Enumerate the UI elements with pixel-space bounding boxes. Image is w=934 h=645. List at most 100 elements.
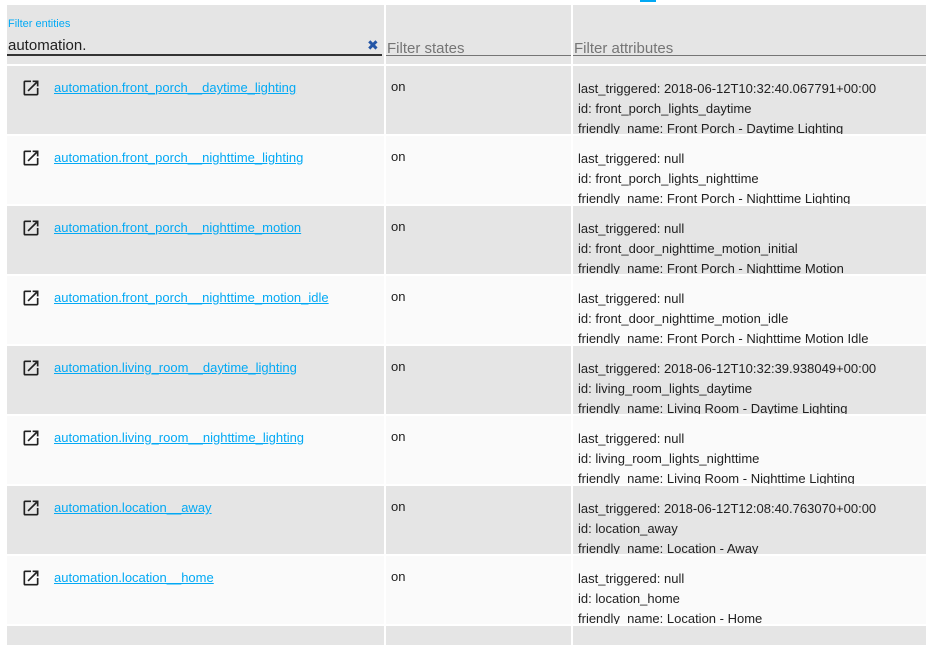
attributes-cell: last_triggered: null id: front_porch_lig… <box>573 136 926 204</box>
entity-cell: automation.front_porch__nighttime_lighti… <box>7 136 384 204</box>
attribute-line: last_triggered: null <box>578 291 685 306</box>
top-accent-bar <box>640 0 656 2</box>
state-cell: on <box>386 416 571 484</box>
attributes-cell: last_triggered: null id: living_room_lig… <box>573 416 926 484</box>
attribute-line: id: living_room_lights_daytime <box>578 381 753 396</box>
entity-link[interactable]: automation.front_porch__nighttime_motion <box>54 220 301 235</box>
entity-link[interactable]: automation.living_room__daytime_lighting <box>54 360 297 375</box>
state-filter-underline <box>386 55 571 56</box>
attribute-line: friendly_name: Front Porch - Nighttime L… <box>578 191 851 204</box>
table-row: automation.front_porch__daytime_lighting… <box>7 66 926 134</box>
entity-link[interactable]: automation.front_porch__nighttime_motion… <box>54 290 329 305</box>
entity-filter-cell: Filter entities ✖ <box>7 5 384 64</box>
attribute-line: last_triggered: 2018-06-12T10:32:40.0677… <box>578 81 877 96</box>
attributes-cell: last_triggered: 2018-06-12T10:32:40.0677… <box>573 66 926 134</box>
state-cell: on <box>386 66 571 134</box>
entity-link[interactable]: automation.front_porch__daytime_lighting <box>54 80 296 95</box>
table-row: automation.front_porch__nighttime_motion… <box>7 206 926 274</box>
state-value: on <box>391 79 406 94</box>
attributes-list: last_triggered: 2018-06-12T10:32:39.9380… <box>578 359 876 414</box>
entity-link[interactable]: automation.front_porch__nighttime_lighti… <box>54 150 303 165</box>
state-value: on <box>391 499 406 514</box>
attribute-line: friendly_name: Location - Away <box>578 541 759 554</box>
entity-filter-input[interactable] <box>8 35 358 55</box>
entity-cell: automation.front_porch__nighttime_motion… <box>7 276 384 344</box>
table-row-partial <box>7 626 926 645</box>
attribute-line: last_triggered: 2018-06-12T12:08:40.7630… <box>578 501 877 516</box>
attributes-list: last_triggered: 2018-06-12T12:08:40.7630… <box>578 499 876 554</box>
table-row: automation.living_room__daytime_lighting… <box>7 346 926 414</box>
open-in-new-icon[interactable] <box>21 218 41 238</box>
entity-cell: automation.front_porch__nighttime_motion <box>7 206 384 274</box>
attribute-line: id: front_porch_lights_daytime <box>578 101 752 116</box>
attribute-line: last_triggered: null <box>578 431 685 446</box>
entity-cell: automation.front_porch__daytime_lighting <box>7 66 384 134</box>
state-cell: on <box>386 346 571 414</box>
filter-row: Filter entities ✖ <box>7 5 926 64</box>
table-row: automation.front_porch__nighttime_lighti… <box>7 136 926 204</box>
attributes-cell: last_triggered: null id: location_home f… <box>573 556 926 624</box>
attribute-filter-cell <box>573 5 926 64</box>
attribute-line: last_triggered: null <box>578 221 685 236</box>
entity-cell: automation.living_room__daytime_lighting <box>7 346 384 414</box>
table-row: automation.living_room__nighttime_lighti… <box>7 416 926 484</box>
attributes-list: last_triggered: 2018-06-12T10:32:40.0677… <box>578 79 876 134</box>
state-value: on <box>391 359 406 374</box>
attributes-list: last_triggered: null id: front_door_nigh… <box>578 219 844 274</box>
open-in-new-icon[interactable] <box>21 288 41 308</box>
attribute-line: last_triggered: null <box>578 151 685 166</box>
attributes-list: last_triggered: null id: living_room_lig… <box>578 429 855 484</box>
entity-cell: automation.location__home <box>7 556 384 624</box>
attribute-line: last_triggered: null <box>578 571 685 586</box>
table-row: automation.location__away on last_trigge… <box>7 486 926 554</box>
attribute-line: friendly_name: Location - Home <box>578 611 763 624</box>
attributes-list: last_triggered: null id: location_home f… <box>578 569 762 624</box>
attributes-cell: last_triggered: null id: front_door_nigh… <box>573 276 926 344</box>
attribute-line: last_triggered: 2018-06-12T10:32:39.9380… <box>578 361 877 376</box>
attribute-line: friendly_name: Front Porch - Daytime Lig… <box>578 121 844 134</box>
attributes-list: last_triggered: null id: front_porch_lig… <box>578 149 850 204</box>
attribute-line: id: location_away <box>578 521 678 536</box>
state-filter-cell <box>386 5 571 64</box>
open-in-new-icon[interactable] <box>21 498 41 518</box>
open-in-new-icon[interactable] <box>21 78 41 98</box>
table-row: automation.location__home on last_trigge… <box>7 556 926 624</box>
state-value: on <box>391 219 406 234</box>
entity-cell <box>7 626 384 645</box>
state-value: on <box>391 289 406 304</box>
attribute-line: id: front_porch_lights_nighttime <box>578 171 759 186</box>
state-cell: on <box>386 486 571 554</box>
close-icon[interactable]: ✖ <box>367 37 379 54</box>
state-cell: on <box>386 276 571 344</box>
state-cell <box>386 626 571 645</box>
entity-cell: automation.living_room__nighttime_lighti… <box>7 416 384 484</box>
entity-link[interactable]: automation.location__home <box>54 570 214 585</box>
entity-link[interactable]: automation.living_room__nighttime_lighti… <box>54 430 304 445</box>
state-value: on <box>391 149 406 164</box>
attribute-line: id: location_home <box>578 591 680 606</box>
attributes-cell: last_triggered: 2018-06-12T10:32:39.9380… <box>573 346 926 414</box>
open-in-new-icon[interactable] <box>21 148 41 168</box>
table-row: automation.front_porch__nighttime_motion… <box>7 276 926 344</box>
attributes-cell <box>573 626 926 645</box>
entity-filter-label: Filter entities <box>8 18 71 30</box>
open-in-new-icon[interactable] <box>21 358 41 378</box>
attribute-line: id: living_room_lights_nighttime <box>578 451 760 466</box>
states-table: Filter entities ✖ automation.front_porch… <box>7 5 926 645</box>
state-value: on <box>391 429 406 444</box>
state-cell: on <box>386 206 571 274</box>
open-in-new-icon[interactable] <box>21 568 41 588</box>
attribute-line: id: front_door_nighttime_motion_initial <box>578 241 798 256</box>
attributes-cell: last_triggered: null id: front_door_nigh… <box>573 206 926 274</box>
entity-filter-underline <box>7 54 382 56</box>
state-value: on <box>391 569 406 584</box>
attribute-line: friendly_name: Front Porch - Nighttime M… <box>578 331 869 344</box>
attribute-line: id: front_door_nighttime_motion_idle <box>578 311 789 326</box>
attributes-cell: last_triggered: 2018-06-12T12:08:40.7630… <box>573 486 926 554</box>
attribute-line: friendly_name: Living Room - Daytime Lig… <box>578 401 848 414</box>
entity-cell: automation.location__away <box>7 486 384 554</box>
state-cell: on <box>386 556 571 624</box>
open-in-new-icon[interactable] <box>21 428 41 448</box>
attribute-line: friendly_name: Living Room - Nighttime L… <box>578 471 855 484</box>
entity-link[interactable]: automation.location__away <box>54 500 212 515</box>
